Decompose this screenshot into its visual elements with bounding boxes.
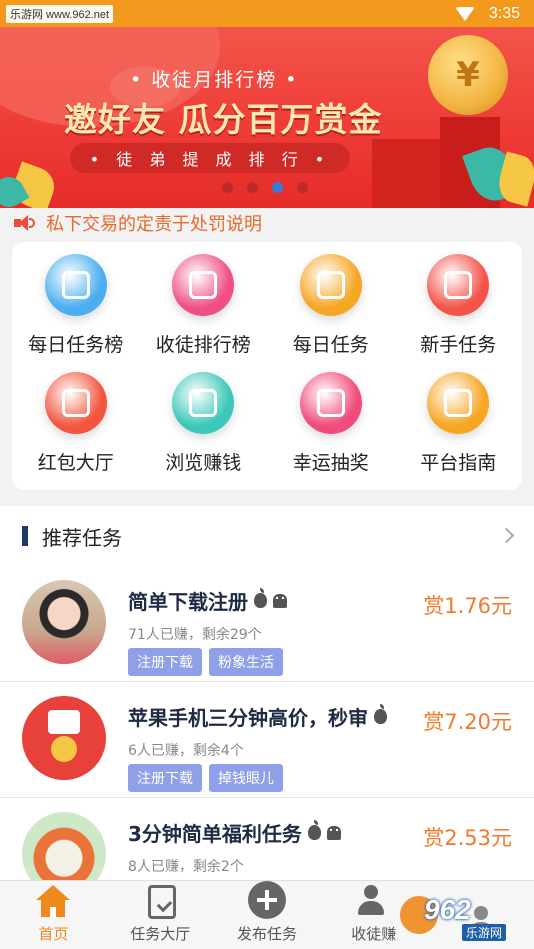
task-reward: 赏2.53元 — [423, 826, 512, 850]
notice-bar[interactable]: 私下交易的定责于处罚说明 — [0, 208, 534, 238]
nav-home[interactable]: 首页 — [0, 881, 107, 949]
task-meta: 8人已赚，剩余2个 — [128, 859, 244, 875]
grid-item[interactable]: 收徒排行榜 — [140, 254, 268, 372]
task-item[interactable]: 简单下载注册 71人已赚，剩余29个 注册下载 粉象生活 赏1.76元 — [0, 566, 534, 682]
task-tag: 注册下载 — [128, 764, 202, 792]
task-meta: 71人已赚，剩余29个 — [128, 627, 262, 643]
grid-item-label: 新手任务 — [420, 334, 497, 356]
daily-task-icon — [299, 254, 362, 316]
nav-apprentice[interactable]: 收徒赚 — [320, 881, 427, 949]
task-reward: 赏1.76元 — [423, 594, 512, 618]
red-envelope-icon — [48, 710, 80, 734]
grid-item-label: 收徒排行榜 — [155, 334, 251, 356]
banner-subtitle: • 收徒月排行榜 • — [130, 69, 299, 91]
task-avatar — [22, 580, 106, 664]
top-watermark: 乐游网 www.962.net — [6, 4, 114, 23]
notice-text: 私下交易的定责于处罚说明 — [46, 214, 262, 235]
task-tags: 注册下载 粉象生活 — [128, 648, 283, 676]
users-icon — [356, 883, 392, 919]
carousel-dot-active[interactable] — [272, 182, 283, 193]
task-title-text: 苹果手机三分钟高价，秒审 — [128, 706, 368, 730]
grid-item[interactable]: 新手任务 — [395, 254, 523, 372]
apprentice-ranking-icon — [172, 254, 235, 316]
banner-pill: • 徒 弟 提 成 排 行 • — [70, 143, 350, 173]
task-list-icon — [44, 254, 107, 316]
grid-item[interactable]: 每日任务榜 — [12, 254, 140, 372]
wifi-icon — [454, 6, 475, 21]
grid-item-label: 红包大厅 — [37, 452, 114, 474]
section-marker — [22, 526, 28, 546]
promo-banner[interactable]: ¥ • 收徒月排行榜 • 邀好友 瓜分百万赏金 • 徒 弟 提 成 排 行 • — [0, 27, 534, 208]
status-indicators: 3:35 — [454, 4, 520, 23]
task-title: 简单下载注册 — [128, 586, 287, 615]
plus-circle-icon — [247, 881, 286, 919]
recommended-header[interactable]: 推荐任务 — [0, 506, 534, 566]
recommended-title: 推荐任务 — [42, 525, 122, 550]
red-envelope-icon — [44, 372, 107, 434]
task-title-text: 3分钟简单福利任务 — [128, 822, 302, 846]
clipboard-icon — [148, 885, 177, 919]
nav-label: 收徒赚 — [351, 925, 397, 943]
grid-item[interactable]: 幸运抽奖 — [267, 372, 395, 490]
android-icon — [326, 825, 341, 840]
feature-grid: 每日任务榜 收徒排行榜 每日任务 新手任务红包大厅 浏览赚钱 幸运抽奖 平台指南 — [12, 242, 522, 490]
grid-item[interactable]: 浏览赚钱 — [140, 372, 268, 490]
apple-icon — [307, 820, 321, 840]
grid-item-label: 每日任务 — [292, 334, 369, 356]
grid-item-label: 浏览赚钱 — [165, 452, 242, 474]
apple-icon — [254, 588, 267, 608]
compass-icon — [427, 372, 490, 434]
carousel-dot[interactable] — [297, 182, 308, 193]
carousel-dot[interactable] — [222, 182, 233, 193]
task-title: 苹果手机三分钟高价，秒审 — [128, 702, 387, 731]
chevron-right-icon[interactable] — [498, 527, 515, 544]
grid-item-label: 平台指南 — [420, 452, 497, 474]
bottom-nav: 首页 任务大厅 发布任务 收徒赚 — [0, 880, 534, 949]
task-tag: 掉钱眼儿 — [209, 764, 283, 792]
status-bar: 乐游网 www.962.net 3:35 — [0, 0, 534, 27]
task-tag: 注册下载 — [128, 648, 202, 676]
nav-task-hall[interactable]: 任务大厅 — [107, 881, 214, 949]
grid-item[interactable]: 红包大厅 — [12, 372, 140, 490]
grid-item-label: 幸运抽奖 — [292, 452, 369, 474]
carousel-indicator[interactable] — [222, 182, 308, 193]
task-tag: 粉象生活 — [209, 648, 283, 676]
footprint-icon — [172, 372, 235, 434]
nav-label: 发布任务 — [236, 925, 297, 943]
nav-label: 任务大厅 — [130, 925, 191, 943]
nav-publish-task[interactable]: 发布任务 — [214, 881, 321, 949]
status-time: 3:35 — [488, 4, 520, 22]
lottery-icon — [299, 372, 362, 434]
task-meta: 6人已赚，剩余4个 — [128, 743, 244, 759]
task-title-text: 简单下载注册 — [128, 590, 248, 614]
building-decoration — [372, 139, 442, 208]
nav-profile[interactable] — [427, 881, 534, 949]
android-icon — [273, 593, 287, 608]
coin-icon — [51, 736, 77, 762]
task-avatar — [22, 696, 106, 780]
task-tags: 注册下载 掉钱眼儿 — [128, 764, 283, 792]
task-item[interactable]: 苹果手机三分钟高价，秒审 6人已赚，剩余4个 注册下载 掉钱眼儿 赏7.20元 — [0, 682, 534, 798]
nav-label: 首页 — [38, 925, 69, 943]
grid-item[interactable]: 平台指南 — [395, 372, 523, 490]
speaker-icon — [14, 215, 36, 231]
task-reward: 赏7.20元 — [423, 710, 512, 734]
gift-icon — [427, 254, 490, 316]
grid-item[interactable]: 每日任务 — [267, 254, 395, 372]
task-title: 3分钟简单福利任务 — [128, 818, 341, 847]
recommended-section: 推荐任务 简单下载注册 71人已赚，剩余29个 注册下载 粉象生活 赏1.76元… — [0, 506, 534, 896]
user-icon — [463, 904, 499, 940]
coin-icon: ¥ — [428, 35, 508, 115]
carousel-dot[interactable] — [247, 182, 258, 193]
home-icon — [35, 883, 71, 919]
banner-title: 邀好友 瓜分百万赏金 — [64, 100, 383, 139]
grid-item-label: 每日任务榜 — [28, 334, 124, 356]
apple-icon — [374, 704, 387, 724]
